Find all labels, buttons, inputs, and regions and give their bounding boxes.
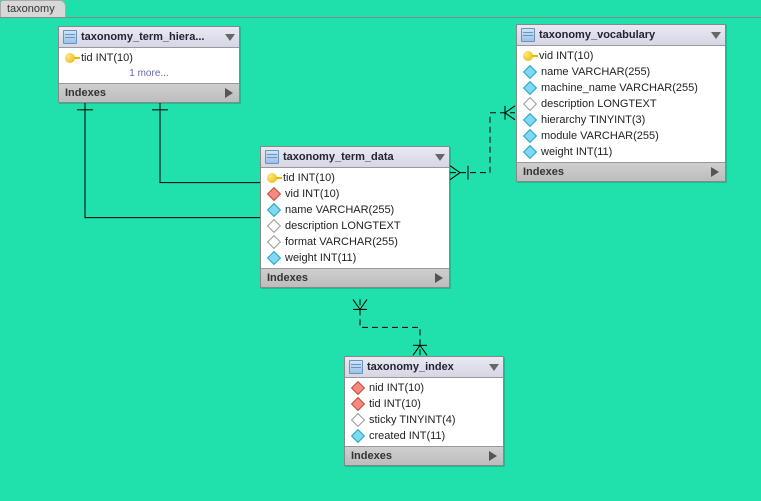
column-text: description LONGTEXT	[541, 98, 657, 110]
diamond-icon	[523, 145, 537, 159]
diamond-icon	[351, 397, 365, 411]
key-icon	[523, 51, 533, 61]
column-row: name VARCHAR(255)	[261, 202, 449, 218]
column-text: weight INT(11)	[541, 146, 612, 158]
table-icon	[521, 28, 535, 42]
column-text: module VARCHAR(255)	[541, 130, 659, 142]
collapse-icon[interactable]	[711, 32, 721, 39]
column-row: description LONGTEXT	[517, 96, 725, 112]
column-row: module VARCHAR(255)	[517, 128, 725, 144]
indexes-label: Indexes	[65, 87, 106, 99]
column-row: name VARCHAR(255)	[517, 64, 725, 80]
entity-header[interactable]: taxonomy_term_hiera...	[59, 27, 239, 48]
collapse-icon[interactable]	[489, 364, 499, 371]
column-row: sticky TINYINT(4)	[345, 412, 503, 428]
indexes-label: Indexes	[351, 450, 392, 462]
collapse-icon[interactable]	[435, 154, 445, 161]
indexes-section[interactable]: Indexes	[517, 162, 725, 181]
entity-taxonomy-term-hierarchy[interactable]: taxonomy_term_hiera... tid INT(10) 1 mor…	[58, 26, 240, 103]
entity-title: taxonomy_term_hiera...	[81, 31, 221, 43]
table-icon	[349, 360, 363, 374]
column-text: hierarchy TINYINT(3)	[541, 114, 645, 126]
column-row: format VARCHAR(255)	[261, 234, 449, 250]
column-row: weight INT(11)	[517, 144, 725, 160]
column-text: description LONGTEXT	[285, 220, 401, 232]
entity-taxonomy-vocabulary[interactable]: taxonomy_vocabulary vid INT(10) name VAR…	[516, 24, 726, 182]
column-row: tid INT(10)	[345, 396, 503, 412]
diamond-icon	[267, 203, 281, 217]
indexes-section[interactable]: Indexes	[345, 446, 503, 465]
expand-icon	[489, 451, 497, 461]
diamond-icon	[267, 219, 281, 233]
column-text: vid INT(10)	[539, 50, 593, 62]
column-text: created INT(11)	[369, 430, 445, 442]
table-icon	[63, 30, 77, 44]
entity-header[interactable]: taxonomy_index	[345, 357, 503, 378]
column-row: weight INT(11)	[261, 250, 449, 266]
indexes-section[interactable]: Indexes	[59, 83, 239, 102]
column-text: tid INT(10)	[283, 172, 335, 184]
tab-label: taxonomy	[7, 3, 55, 15]
expand-icon	[225, 88, 233, 98]
indexes-label: Indexes	[523, 166, 564, 178]
entity-columns: nid INT(10) tid INT(10) sticky TINYINT(4…	[345, 378, 503, 446]
column-row: nid INT(10)	[345, 380, 503, 396]
column-row: description LONGTEXT	[261, 218, 449, 234]
diamond-icon	[523, 113, 537, 127]
column-text: nid INT(10)	[369, 382, 424, 394]
key-icon	[267, 173, 277, 183]
diamond-icon	[523, 97, 537, 111]
entity-columns: tid INT(10) 1 more...	[59, 48, 239, 83]
column-text: sticky TINYINT(4)	[369, 414, 456, 426]
column-text: weight INT(11)	[285, 252, 356, 264]
indexes-section[interactable]: Indexes	[261, 268, 449, 287]
collapse-icon[interactable]	[225, 34, 235, 41]
column-text: vid INT(10)	[285, 188, 339, 200]
column-row: vid INT(10)	[517, 48, 725, 64]
table-icon	[265, 150, 279, 164]
entity-columns: tid INT(10) vid INT(10) name VARCHAR(255…	[261, 168, 449, 268]
column-row: hierarchy TINYINT(3)	[517, 112, 725, 128]
column-row: machine_name VARCHAR(255)	[517, 80, 725, 96]
diamond-icon	[523, 65, 537, 79]
column-text: tid INT(10)	[369, 398, 421, 410]
column-text: format VARCHAR(255)	[285, 236, 398, 248]
entity-columns: vid INT(10) name VARCHAR(255) machine_na…	[517, 46, 725, 162]
expand-icon	[435, 273, 443, 283]
column-text: name VARCHAR(255)	[285, 204, 394, 216]
entity-title: taxonomy_term_data	[283, 151, 431, 163]
diamond-icon	[351, 429, 365, 443]
expand-icon	[711, 167, 719, 177]
column-row: vid INT(10)	[261, 186, 449, 202]
diamond-icon	[351, 381, 365, 395]
more-indicator[interactable]: 1 more...	[59, 66, 239, 81]
entity-header[interactable]: taxonomy_term_data	[261, 147, 449, 168]
entity-taxonomy-term-data[interactable]: taxonomy_term_data tid INT(10) vid INT(1…	[260, 146, 450, 288]
entity-taxonomy-index[interactable]: taxonomy_index nid INT(10) tid INT(10) s…	[344, 356, 504, 466]
column-text: machine_name VARCHAR(255)	[541, 82, 698, 94]
entity-title: taxonomy_index	[367, 361, 485, 373]
column-row: tid INT(10)	[59, 50, 239, 66]
diamond-icon	[267, 251, 281, 265]
diamond-icon	[523, 129, 537, 143]
column-text: tid INT(10)	[81, 52, 133, 64]
diamond-icon	[267, 187, 281, 201]
diamond-icon	[523, 81, 537, 95]
diamond-icon	[267, 235, 281, 249]
diamond-icon	[351, 413, 365, 427]
column-text: name VARCHAR(255)	[541, 66, 650, 78]
column-row: created INT(11)	[345, 428, 503, 444]
diagram-canvas: taxonomy_term_hiera... tid INT(10) 1 mor…	[0, 17, 761, 501]
schema-tab[interactable]: taxonomy	[0, 0, 66, 17]
key-icon	[65, 53, 75, 63]
column-row: tid INT(10)	[261, 170, 449, 186]
entity-title: taxonomy_vocabulary	[539, 29, 707, 41]
entity-header[interactable]: taxonomy_vocabulary	[517, 25, 725, 46]
indexes-label: Indexes	[267, 272, 308, 284]
